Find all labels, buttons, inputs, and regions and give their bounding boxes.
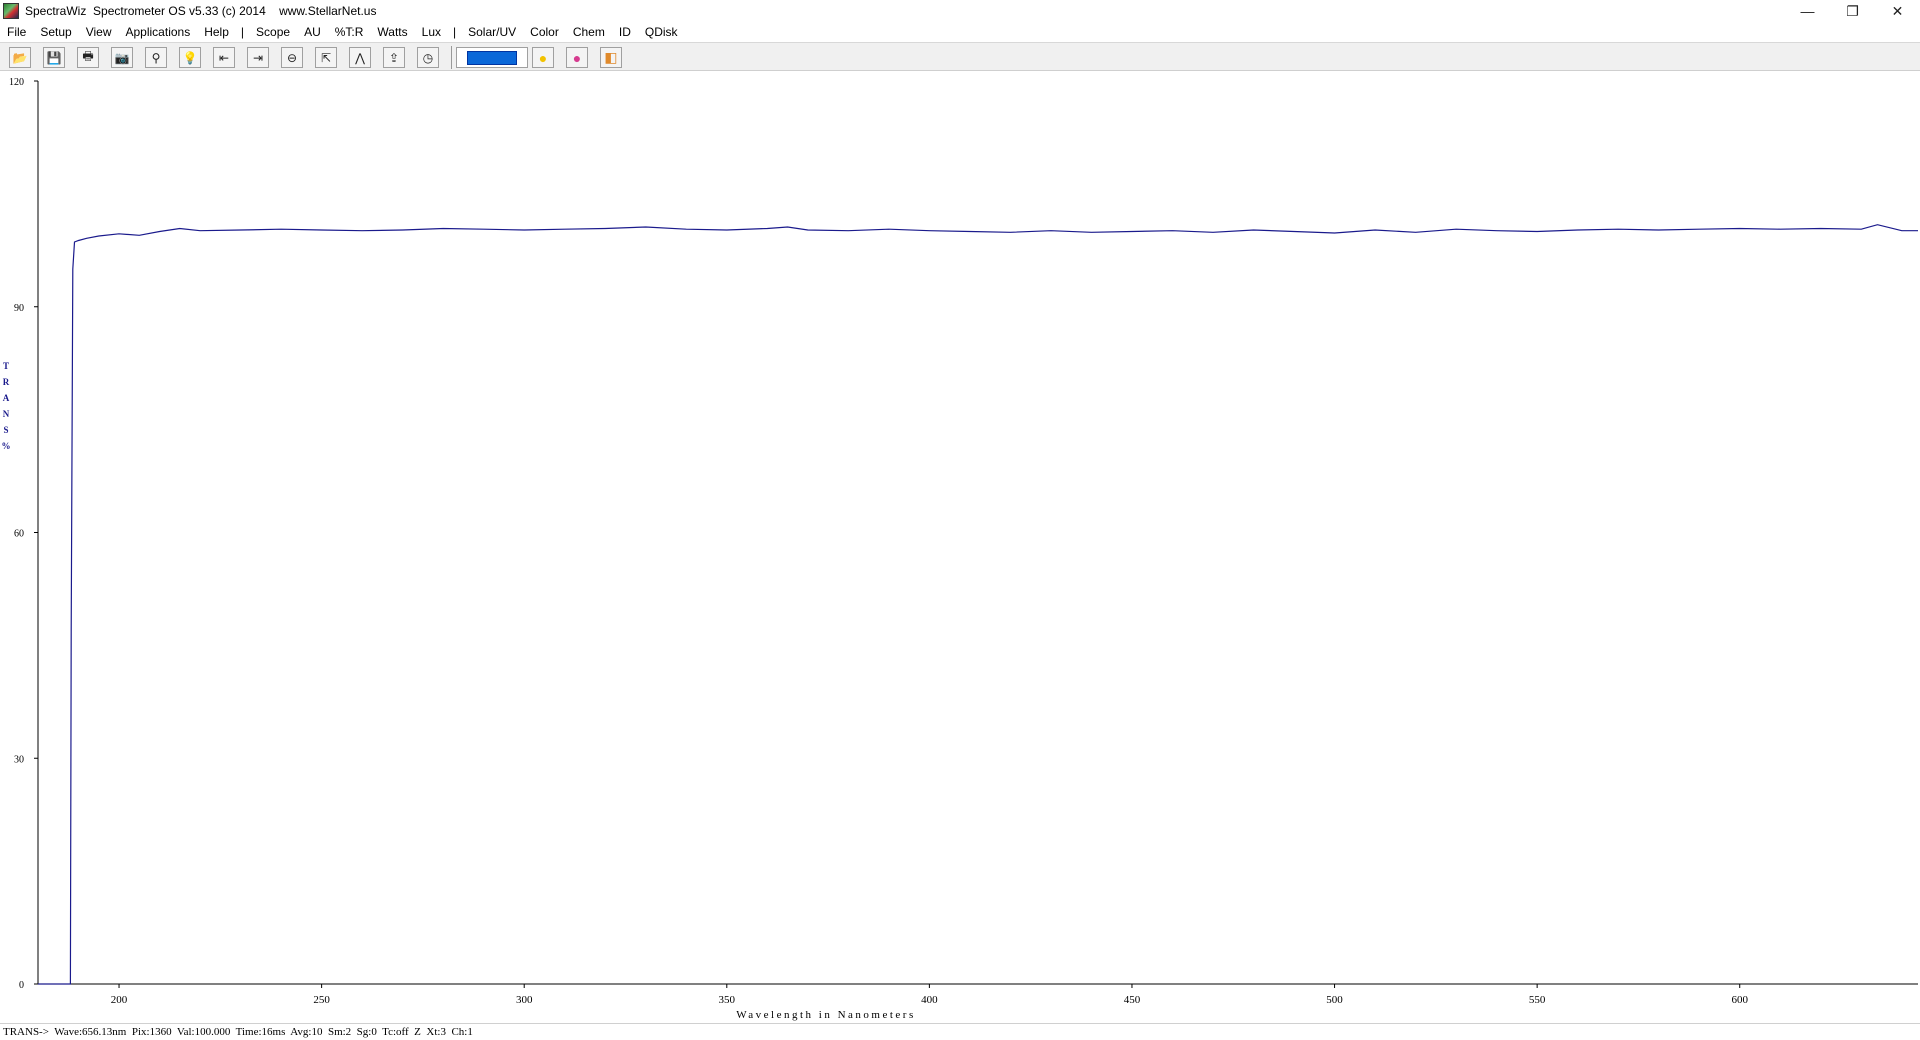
open-icon: 📂 bbox=[12, 50, 28, 65]
menu-item-id[interactable]: ID bbox=[612, 25, 638, 39]
menu-item-lux[interactable]: Lux bbox=[415, 25, 448, 39]
circle-icon: ● bbox=[538, 49, 548, 66]
zoom-out-button[interactable]: ⊖ bbox=[281, 47, 303, 68]
y-tick-label: 120 bbox=[9, 77, 24, 88]
window-title: SpectraWiz Spectrometer OS v5.33 (c) 201… bbox=[25, 4, 377, 18]
window-controls: — ❐ ✕ bbox=[1785, 0, 1920, 22]
print-icon: 🖶 bbox=[82, 49, 94, 63]
y-axis-label-letter: R bbox=[3, 377, 10, 387]
autoscale-button[interactable]: ⇱ bbox=[315, 47, 337, 68]
open-button[interactable]: 📂 bbox=[9, 47, 31, 68]
close-button[interactable]: ✕ bbox=[1875, 0, 1920, 22]
x-tick-label: 400 bbox=[921, 994, 938, 1006]
menu-item--t-r[interactable]: %T:R bbox=[328, 25, 371, 39]
toolbar: 📂 💾 🖶 📷 ⚲ 💡 ⇤ ⇥ ⊖ ⇱ ⋀ ⇪ ◷ ● ● ◧ bbox=[0, 42, 1920, 71]
x-tick-label: 250 bbox=[313, 994, 330, 1006]
y-axis-label-letter: A bbox=[3, 393, 10, 403]
menu-separator: | bbox=[240, 25, 245, 39]
y-tick-label: 60 bbox=[14, 529, 24, 540]
scroll-left-button[interactable]: ⇤ bbox=[213, 47, 235, 68]
minimize-button[interactable]: — bbox=[1785, 0, 1830, 22]
menu-item-help[interactable]: Help bbox=[197, 25, 236, 39]
menu-item-setup[interactable]: Setup bbox=[33, 25, 78, 39]
menu-item-applications[interactable]: Applications bbox=[119, 25, 198, 39]
probe-icon: ⚲ bbox=[151, 50, 161, 65]
scroll-right-button[interactable]: ⇥ bbox=[247, 47, 269, 68]
spectrum-chart[interactable]: 0 30 60 90 120 200 250 300 350 400 450 500 550 600 Wav… bbox=[0, 71, 1920, 1023]
y-tick-label: 30 bbox=[14, 754, 24, 765]
menu-item-file[interactable]: File bbox=[0, 25, 33, 39]
y-tick-label: 0 bbox=[19, 980, 24, 991]
y-axis-label-letter: S bbox=[3, 425, 8, 435]
y-axis-label-letter: N bbox=[3, 409, 10, 419]
circle-button[interactable]: ● bbox=[532, 47, 554, 68]
export-button[interactable]: ⇪ bbox=[383, 47, 405, 68]
export-icon: ⇪ bbox=[388, 50, 400, 65]
camera-button[interactable]: 📷 bbox=[111, 47, 133, 68]
x-tick-label: 300 bbox=[516, 994, 533, 1006]
probe-button[interactable]: ⚲ bbox=[145, 47, 167, 68]
x-tick-label: 550 bbox=[1529, 994, 1546, 1006]
spectrum-line bbox=[38, 224, 1918, 985]
y-tick-label: 90 bbox=[14, 303, 24, 314]
menu-item-watts[interactable]: Watts bbox=[370, 25, 414, 39]
scroll-right-icon: ⇥ bbox=[252, 50, 264, 65]
y-axis-label-letter: % bbox=[2, 441, 11, 451]
peak-button[interactable]: ⋀ bbox=[349, 47, 371, 68]
menu-item-chem[interactable]: Chem bbox=[566, 25, 612, 39]
palette-icon: ◧ bbox=[604, 49, 618, 65]
timer-icon: ◷ bbox=[422, 50, 434, 65]
autoscale-icon: ⇱ bbox=[320, 50, 332, 65]
color-wheel-button[interactable]: ● bbox=[566, 47, 588, 68]
color-selector-button[interactable] bbox=[456, 47, 528, 68]
menu-item-solar-uv[interactable]: Solar/UV bbox=[461, 25, 523, 39]
scroll-left-icon: ⇤ bbox=[218, 50, 230, 65]
palette-button[interactable]: ◧ bbox=[600, 47, 622, 68]
save-button[interactable]: 💾 bbox=[43, 47, 65, 68]
peak-icon: ⋀ bbox=[355, 50, 365, 65]
lamp-button[interactable]: 💡 bbox=[179, 47, 201, 68]
x-axis-label: Wavelength in Nanometers bbox=[736, 1009, 915, 1021]
x-tick-label: 450 bbox=[1124, 994, 1141, 1006]
color-swatch bbox=[467, 50, 517, 65]
print-button[interactable]: 🖶 bbox=[77, 47, 99, 68]
status-text: TRANS-> Wave:656.13nm Pix:1360 Val:100.0… bbox=[3, 1026, 473, 1038]
x-tick-label: 200 bbox=[111, 994, 128, 1006]
menu-item-scope[interactable]: Scope bbox=[249, 25, 297, 39]
menu-item-qdisk[interactable]: QDisk bbox=[638, 25, 685, 39]
save-icon: 💾 bbox=[46, 50, 62, 65]
camera-icon: 📷 bbox=[114, 50, 130, 65]
title-bar: SpectraWiz Spectrometer OS v5.33 (c) 201… bbox=[0, 0, 1920, 22]
y-axis-label-letter: T bbox=[3, 361, 9, 371]
chart-svg: 0 30 60 90 120 200 250 300 350 400 450 500 550 600 Wav… bbox=[2, 77, 1918, 1021]
lamp-icon: 💡 bbox=[182, 50, 198, 65]
app-icon bbox=[3, 3, 19, 19]
zoom-out-icon: ⊖ bbox=[286, 50, 298, 65]
restore-button[interactable]: ❐ bbox=[1830, 0, 1875, 22]
toolbar-divider bbox=[451, 46, 452, 69]
timer-button[interactable]: ◷ bbox=[417, 47, 439, 68]
menu-item-view[interactable]: View bbox=[79, 25, 119, 39]
menu-bar: File Setup View Applications Help | Scope AU %T:… bbox=[0, 22, 1920, 42]
menu-separator: | bbox=[453, 25, 457, 39]
x-tick-label: 350 bbox=[719, 994, 736, 1006]
menu-item-au[interactable]: AU bbox=[297, 25, 328, 39]
x-tick-label: 500 bbox=[1326, 994, 1343, 1006]
menu-item-color[interactable]: Color bbox=[523, 25, 566, 39]
color-wheel-icon: ● bbox=[572, 49, 582, 66]
x-tick-label: 600 bbox=[1731, 994, 1748, 1006]
status-bar: TRANS-> Wave:656.13nm Pix:1360 Val:100.0… bbox=[0, 1023, 1920, 1040]
